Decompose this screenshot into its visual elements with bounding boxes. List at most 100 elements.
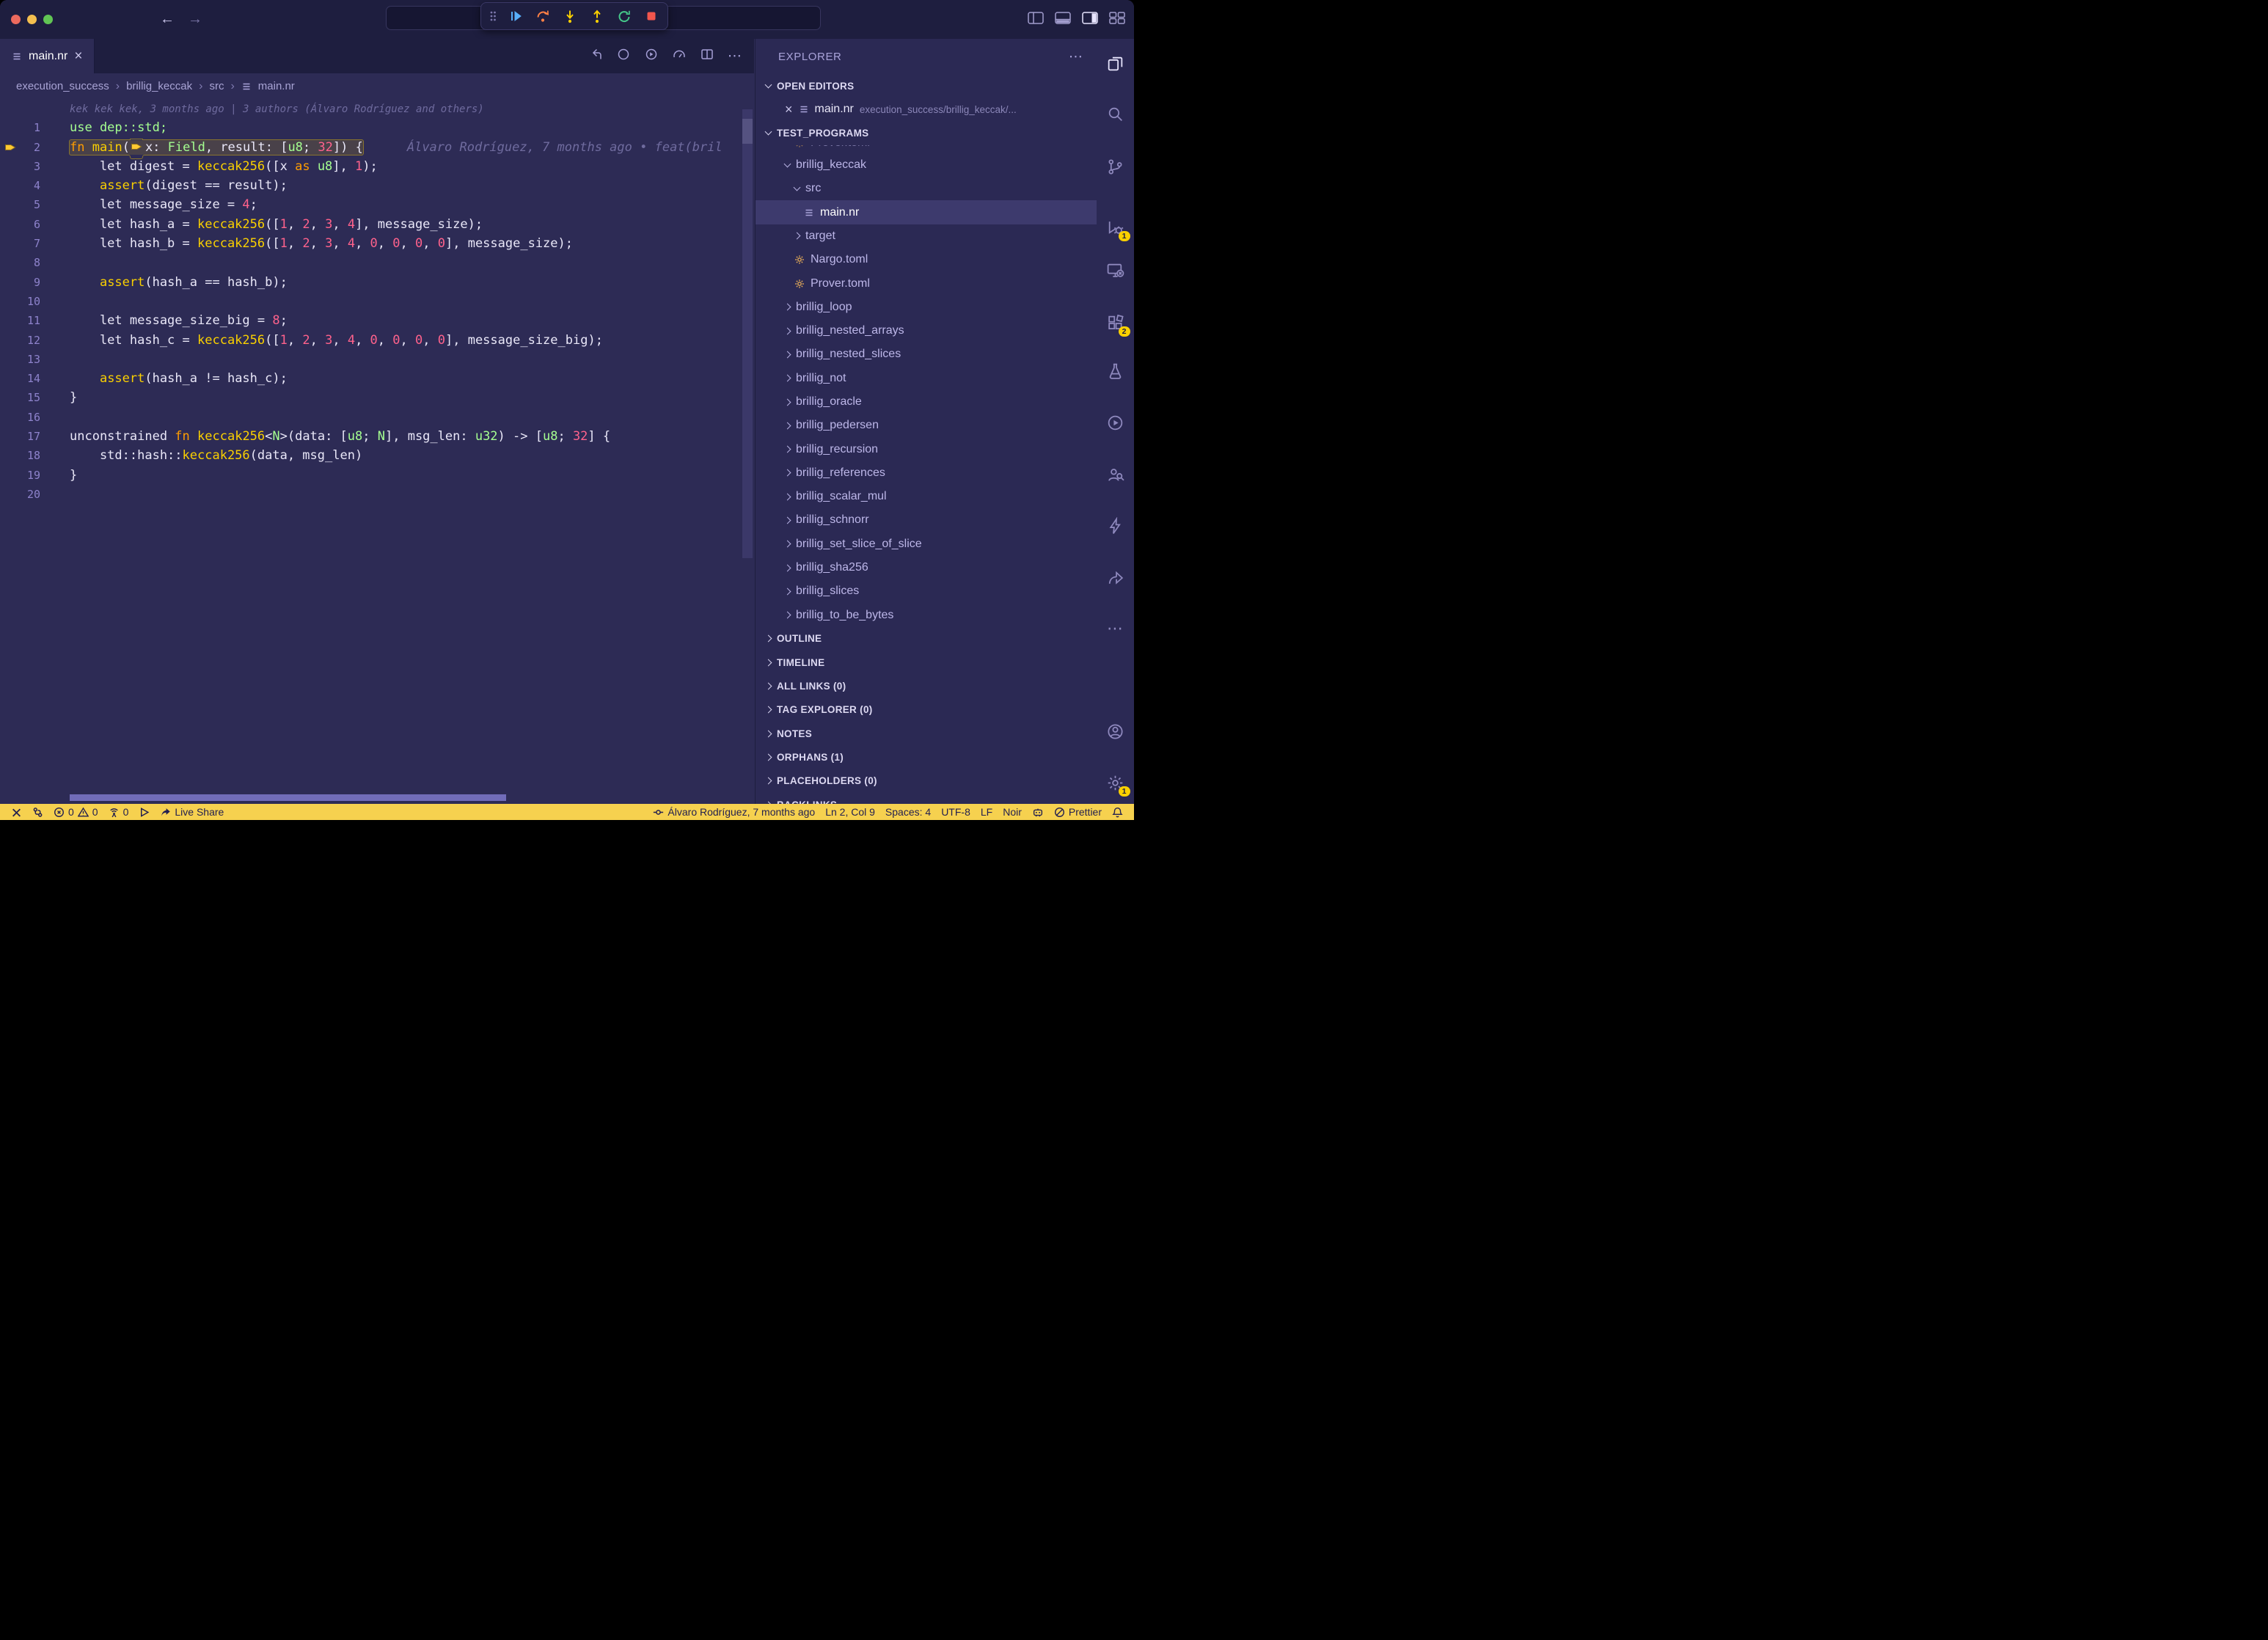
notifications-bell-icon[interactable] [1107, 804, 1128, 820]
tree-item-brillig-pedersen[interactable]: brillig_pedersen [756, 414, 1097, 437]
split-editor-icon[interactable] [700, 47, 714, 65]
more-actions-icon[interactable]: ⋯ [728, 48, 742, 65]
tree-item-brillig-sha256[interactable]: brillig_sha256 [756, 556, 1097, 579]
close-window-button[interactable] [11, 15, 21, 24]
debug-continue-button[interactable] [507, 7, 524, 25]
line-number[interactable]: 18 [27, 446, 40, 465]
debug-step-into-button[interactable] [561, 7, 579, 25]
tree-item-brillig-not[interactable]: brillig_not [756, 367, 1097, 390]
copilot-status-icon[interactable] [1027, 804, 1049, 820]
indentation-status[interactable]: Spaces: 4 [880, 804, 936, 820]
tree-item-brillig-slices[interactable]: brillig_slices [756, 579, 1097, 603]
line-number[interactable]: 7 [34, 234, 40, 253]
accounts-icon[interactable] [1100, 715, 1132, 747]
section-all-links-0[interactable]: ALL LINKS (0) [756, 674, 1097, 698]
views-more-actions-icon[interactable]: ⋯ [1069, 48, 1083, 65]
eol-status[interactable]: LF [976, 804, 998, 820]
line-number[interactable]: 4 [34, 176, 40, 195]
activity-testing-icon[interactable] [1100, 355, 1132, 387]
open-editor-item[interactable]: × main.nr execution_success/brillig_kecc… [756, 98, 1097, 121]
problems-status[interactable]: 0 0 [48, 804, 103, 820]
toolbar-drag-handle[interactable] [489, 7, 497, 25]
activity-lightning-icon[interactable] [1100, 510, 1132, 542]
toggle-secondary-sidebar-icon[interactable] [1082, 12, 1098, 28]
breadcrumb-item[interactable]: brillig_keccak [126, 80, 192, 92]
encoding-status[interactable]: UTF-8 [936, 804, 976, 820]
debug-restart-button[interactable] [615, 7, 633, 25]
section-outline[interactable]: OUTLINE [756, 627, 1097, 651]
close-tab-icon[interactable]: × [74, 49, 82, 63]
line-number[interactable]: 15 [27, 388, 40, 407]
debug-step-out-button[interactable] [588, 7, 606, 25]
tree-item-brillig-recursion[interactable]: brillig_recursion [756, 437, 1097, 461]
toggle-primary-sidebar-icon[interactable] [1028, 12, 1044, 28]
section-timeline[interactable]: TIMELINE [756, 651, 1097, 674]
section-tag-explorer-0[interactable]: TAG EXPLORER (0) [756, 698, 1097, 722]
line-number[interactable]: 3 [34, 157, 40, 176]
run-circle-icon[interactable] [644, 47, 659, 65]
section-notes[interactable]: NOTES [756, 722, 1097, 745]
ports-status[interactable]: 0 [103, 804, 134, 820]
tree-item-brillig-set-slice-of-slice[interactable]: brillig_set_slice_of_slice [756, 532, 1097, 556]
breadcrumb-item[interactable]: src [209, 80, 224, 92]
line-number[interactable]: 13 [27, 350, 40, 369]
horizontal-scrollbar[interactable] [70, 794, 506, 801]
gitlens-blame-status[interactable]: Álvaro Rodríguez, 7 months ago [648, 804, 820, 820]
close-editor-icon[interactable]: × [785, 103, 793, 116]
line-number[interactable]: 5 [34, 195, 40, 214]
section-backlinks[interactable]: BACKLINKS [756, 793, 1097, 804]
section-orphans-1[interactable]: ORPHANS (1) [756, 745, 1097, 769]
git-compare-icon[interactable] [27, 804, 48, 820]
history-back-icon[interactable]: ← [160, 11, 175, 28]
activity-live-share-icon[interactable] [1100, 561, 1132, 593]
cursor-position-status[interactable]: Ln 2, Col 9 [820, 804, 880, 820]
tree-item-brillig-references[interactable]: brillig_references [756, 461, 1097, 485]
line-number[interactable]: 2 [34, 138, 40, 157]
minimize-window-button[interactable] [27, 15, 37, 24]
debug-step-over-button[interactable] [534, 7, 552, 25]
activity-search-icon[interactable] [1100, 98, 1132, 130]
tree-item-brillig-scalar-mul[interactable]: brillig_scalar_mul [756, 485, 1097, 508]
prettier-status[interactable]: Prettier [1049, 804, 1107, 820]
tree-item-brillig-to-be-bytes[interactable]: brillig_to_be_bytes [756, 604, 1097, 627]
section-placeholders-0[interactable]: PLACEHOLDERS (0) [756, 769, 1097, 793]
line-number[interactable]: 10 [27, 292, 40, 311]
tree-item-brillig-schnorr[interactable]: brillig_schnorr [756, 508, 1097, 532]
tree-item-target[interactable]: target [756, 224, 1097, 248]
vertical-scrollbar[interactable] [742, 109, 753, 558]
section-test-programs[interactable]: TEST_PROGRAMS [756, 122, 1097, 145]
history-forward-icon[interactable]: → [188, 11, 202, 28]
tree-item-brillig-oracle[interactable]: brillig_oracle [756, 390, 1097, 414]
open-changes-icon[interactable] [588, 47, 603, 65]
tree-item-brillig-loop[interactable]: brillig_loop [756, 296, 1097, 319]
tree-item-brillig-keccak[interactable]: brillig_keccak [756, 153, 1097, 177]
line-number[interactable]: 17 [27, 427, 40, 446]
activity-remote-explorer-icon[interactable] [1100, 254, 1132, 286]
gauge-icon[interactable] [672, 47, 687, 65]
zoom-window-button[interactable] [43, 15, 53, 24]
activity-source-control-icon[interactable] [1100, 150, 1132, 183]
tree-item-src[interactable]: src [756, 177, 1097, 200]
activity-more-icon[interactable]: ⋯ [1100, 612, 1132, 645]
activity-profile-search-icon[interactable] [1100, 458, 1132, 491]
customize-layout-icon[interactable] [1109, 12, 1125, 28]
line-number[interactable]: 14 [27, 369, 40, 388]
line-number[interactable]: 20 [27, 485, 40, 504]
line-number[interactable]: 8 [34, 253, 40, 272]
tree-item-brillig-nested-arrays[interactable]: brillig_nested_arrays [756, 319, 1097, 343]
breadcrumb-item[interactable]: main.nr [258, 80, 295, 92]
toggle-panel-icon[interactable] [1055, 12, 1071, 28]
activity-explorer-icon[interactable] [1100, 47, 1132, 79]
tree-item-nargo-toml[interactable]: Nargo.toml [756, 248, 1097, 271]
live-share-status[interactable]: Live Share [155, 804, 229, 820]
debug-stop-button[interactable] [643, 7, 660, 25]
line-number[interactable]: 1 [34, 118, 40, 137]
line-number[interactable]: 11 [27, 311, 40, 330]
tree-item-prover-toml[interactable]: Prover.toml [756, 271, 1097, 295]
section-open-editors[interactable]: OPEN EDITORS [756, 74, 1097, 98]
line-number[interactable]: 16 [27, 408, 40, 427]
line-number[interactable]: 9 [34, 273, 40, 292]
tree-item-main-nr[interactable]: main.nr [756, 200, 1097, 224]
language-mode-status[interactable]: Noir [998, 804, 1027, 820]
line-number[interactable]: 6 [34, 215, 40, 234]
